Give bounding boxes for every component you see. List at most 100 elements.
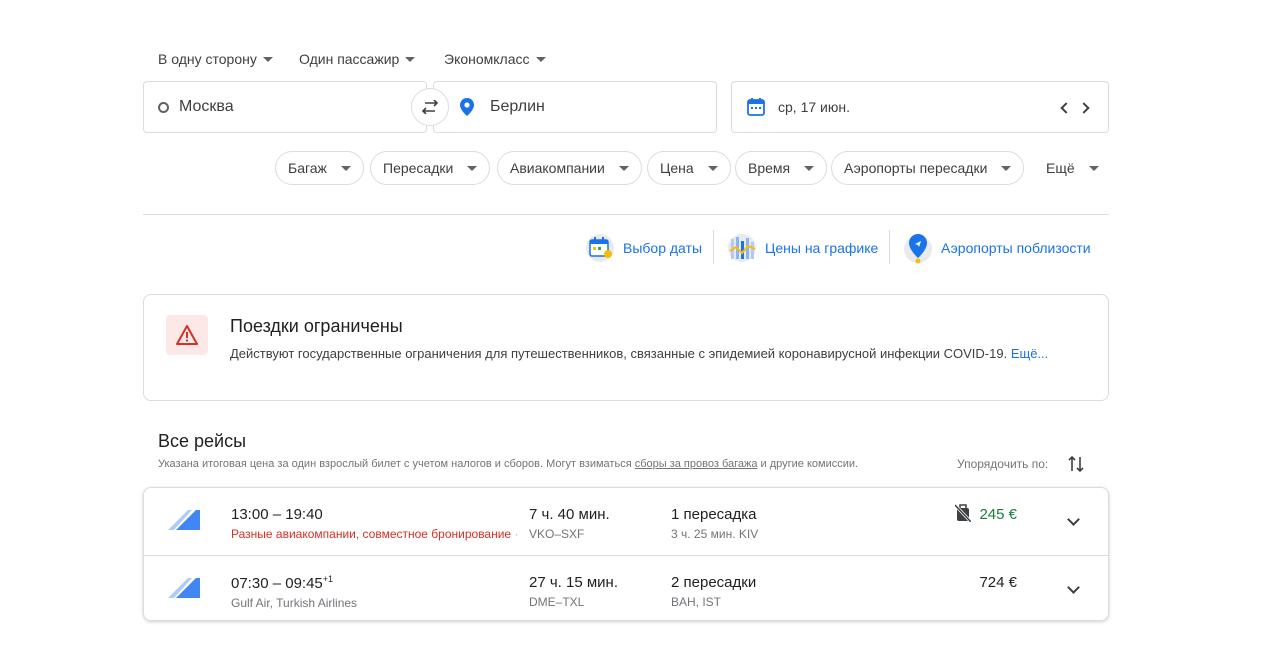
expand-chevron-icon[interactable]	[1067, 513, 1080, 526]
travel-restriction-alert: Поездки ограничены Действуют государстве…	[143, 294, 1109, 401]
flight-times: 07:30 – 09:45+1 Gulf Air, Turkish Airlin…	[231, 574, 358, 610]
chevron-down-icon	[707, 165, 718, 171]
filter-more[interactable]: Ещё	[1034, 151, 1111, 185]
calendar-icon	[747, 98, 765, 116]
origin-field[interactable]: Москва	[143, 81, 427, 133]
chevron-down-icon	[340, 165, 351, 171]
flight-duration: 7 ч. 40 мин. VKO–SXF	[529, 506, 610, 541]
price-note-text: Указана итоговая цена за один взрослый б…	[158, 458, 635, 470]
stop-detail: 3 ч. 25 мин. KIV	[671, 527, 759, 541]
airline-name: Gulf Air, Turkish Airlines	[231, 596, 358, 610]
filter-baggage[interactable]: Багаж	[275, 151, 364, 185]
divider	[713, 230, 714, 264]
filter-label: Аэропорты пересадки	[844, 160, 988, 176]
swap-icon	[421, 100, 439, 114]
nearby-airports-label: Аэропорты поблизости	[941, 240, 1091, 256]
flight-row[interactable]: 13:00 – 19:40 Разные авиакомпании, совме…	[144, 488, 1108, 555]
date-grid-button[interactable]: Выбор даты	[585, 232, 702, 264]
filter-airlines[interactable]: Авиакомпании	[497, 151, 642, 185]
stops-value: 2 пересадки	[671, 574, 757, 591]
chevron-down-icon	[804, 165, 815, 171]
destination-field[interactable]: Берлин	[433, 81, 717, 133]
alert-body: Действуют государственные ограничения дл…	[230, 345, 1050, 363]
alert-title: Поездки ограничены	[230, 316, 403, 336]
origin-value: Москва	[179, 98, 234, 115]
price-note: Указана итоговая цена за один взрослый б…	[158, 458, 858, 470]
filter-stops[interactable]: Пересадки	[370, 151, 491, 185]
airline-logo-icon	[168, 578, 200, 598]
flight-row[interactable]: 07:30 – 09:45+1 Gulf Air, Turkish Airlin…	[144, 555, 1108, 620]
route: VKO–SXF	[529, 527, 585, 541]
alert-text: Действуют государственные ограничения дл…	[230, 346, 1008, 361]
trip-type-select[interactable]: В одну сторону	[158, 50, 273, 68]
nearby-airports-button[interactable]: Аэропорты поблизости	[903, 232, 1091, 264]
flight-stops: 2 пересадки BAH, IST	[671, 574, 756, 609]
origin-circle-icon	[158, 101, 169, 113]
price-graph-button[interactable]: Цены на графике	[727, 232, 878, 264]
previous-date-icon[interactable]	[1060, 102, 1072, 114]
divider	[143, 214, 1109, 215]
chevron-down-icon	[1088, 165, 1099, 171]
route: DME–TXL	[529, 595, 585, 609]
airline-name: Разные авиакомпании, совместное брониров…	[231, 527, 519, 541]
chevron-down-icon	[618, 165, 629, 171]
price-graph-icon	[728, 234, 756, 262]
date-grid-icon	[586, 234, 614, 262]
filter-label: Пересадки	[383, 160, 454, 176]
filter-label: Время	[748, 160, 791, 176]
day-offset: +1	[322, 574, 334, 584]
chevron-down-icon	[535, 56, 546, 62]
trip-type-label: В одну сторону	[158, 51, 257, 67]
chevron-down-icon	[262, 56, 273, 62]
stops-value: 1 пересадка	[671, 506, 757, 523]
results-title: Все рейсы	[158, 431, 247, 451]
stop-detail: BAH, IST	[671, 595, 722, 609]
swap-button[interactable]	[411, 88, 449, 126]
price-note-text-end: и другие комиссии.	[757, 458, 859, 470]
cabin-class-select[interactable]: Экономкласс	[444, 50, 546, 68]
flight-results-list: 13:00 – 19:40 Разные авиакомпании, совме…	[143, 487, 1109, 621]
no-carry-on-bag-icon	[955, 504, 971, 522]
alert-more-link[interactable]: Ещё...	[1011, 346, 1048, 361]
flight-price: 724 €	[979, 574, 1017, 591]
flight-times: 13:00 – 19:40 Разные авиакомпании, совме…	[231, 506, 519, 541]
sort-button[interactable]	[1068, 455, 1084, 478]
baggage-fees-link[interactable]: сборы за провоз багажа	[635, 458, 758, 470]
expand-chevron-icon[interactable]	[1067, 581, 1080, 594]
duration-value: 27 ч. 15 мин.	[529, 574, 618, 591]
passengers-select[interactable]: Один пассажир	[299, 50, 416, 68]
duration-value: 7 ч. 40 мин.	[529, 506, 610, 523]
flight-price: 245 €	[979, 506, 1017, 523]
location-pin-icon	[460, 98, 474, 116]
next-date-icon[interactable]	[1078, 102, 1090, 114]
chevron-down-icon	[1001, 165, 1012, 171]
sort-icon	[1068, 455, 1084, 473]
flight-stops: 1 пересадка 3 ч. 25 мин. KIV	[671, 506, 758, 541]
divider	[889, 230, 890, 264]
cabin-class-label: Экономкласс	[444, 51, 530, 67]
arrival-time: 09:45	[285, 575, 323, 592]
filter-time[interactable]: Время	[735, 151, 828, 185]
destination-value: Берлин	[490, 98, 545, 115]
filter-label: Цена	[660, 160, 694, 176]
departure-time: 07:30	[231, 575, 269, 592]
departure-date-field[interactable]: ср, 17 июн.	[731, 81, 1109, 133]
arrival-time: 19:40	[285, 506, 323, 523]
airline-logo-icon	[168, 510, 200, 530]
warning-icon	[166, 315, 208, 355]
filter-price[interactable]: Цена	[647, 151, 731, 185]
filter-label: Багаж	[288, 160, 327, 176]
filter-connecting-airports[interactable]: Аэропорты пересадки	[831, 151, 1025, 185]
sort-label: Упорядочить по:	[957, 457, 1049, 471]
departure-time: 13:00	[231, 506, 269, 523]
chevron-down-icon	[467, 165, 478, 171]
date-grid-label: Выбор даты	[623, 240, 703, 256]
filter-label: Ещё	[1046, 160, 1075, 176]
airline-name-text: Разные авиакомпании, совместное брониров…	[231, 527, 512, 541]
date-value: ср, 17 июн.	[778, 99, 850, 115]
passengers-label: Один пассажир	[299, 51, 400, 67]
filter-label: Авиакомпании	[510, 160, 605, 176]
nearby-airports-icon	[904, 234, 932, 264]
chevron-down-icon	[405, 56, 416, 62]
flight-duration: 27 ч. 15 мин. DME–TXL	[529, 574, 618, 609]
